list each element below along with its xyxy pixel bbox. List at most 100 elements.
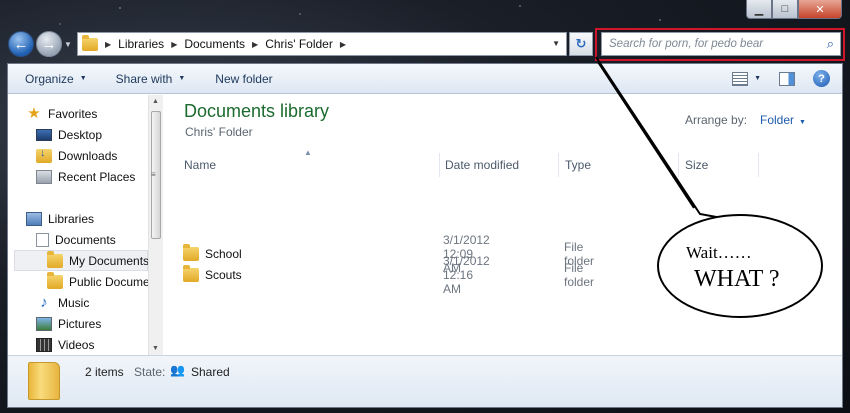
nav-label: Videos <box>58 337 95 352</box>
nav-item-videos[interactable]: Videos <box>36 334 94 355</box>
nav-label: Libraries <box>48 211 95 226</box>
organize-button[interactable]: Organize ▼ <box>25 72 87 86</box>
bubble-text-line2: WHAT ? <box>694 266 780 292</box>
nav-item-documents[interactable]: Documents <box>36 229 116 250</box>
nav-item-music[interactable]: ♪ Music <box>36 292 89 313</box>
breadcrumb-documents[interactable]: Documents <box>184 37 245 51</box>
item-count: 2 items <box>85 365 124 379</box>
forward-button[interactable]: → <box>36 31 62 57</box>
column-header-size[interactable]: Size <box>679 153 759 177</box>
nav-item-recent-places[interactable]: Recent Places <box>36 166 135 187</box>
arrange-by-value: Folder <box>760 113 795 127</box>
breadcrumb-chris-folder[interactable]: Chris' Folder <box>265 37 333 51</box>
command-bar: Organize ▼ Share with ▼ New folder ▼ ? <box>8 64 842 94</box>
back-button[interactable]: ← <box>8 31 34 57</box>
large-folder-icon <box>28 362 60 400</box>
nav-item-pictures[interactable]: Pictures <box>36 313 101 334</box>
file-name: Scouts <box>205 267 242 282</box>
chevron-down-icon: ▼ <box>178 75 186 82</box>
nav-item-downloads[interactable]: Downloads <box>36 145 117 166</box>
navigation-scrollbar[interactable]: ▲ ≡ ▼ <box>148 95 163 355</box>
column-header-name[interactable]: Name <box>178 153 440 177</box>
nav-label: Favorites <box>48 106 98 121</box>
downloads-icon <box>36 147 52 163</box>
share-with-button[interactable]: Share with ▼ <box>116 72 186 86</box>
breadcrumb-separator-icon[interactable]: ▶ <box>171 40 177 49</box>
folder-icon <box>183 264 199 282</box>
nav-label: Desktop <box>58 127 103 142</box>
minimize-button[interactable]: ▁ <box>746 0 772 19</box>
explorer-window: Organize ▼ Share with ▼ New folder ▼ ? ★ Fa… <box>7 63 843 408</box>
chevron-down-icon: ▼ <box>799 119 806 126</box>
refresh-button[interactable]: ↻ <box>569 32 593 56</box>
state-value: Shared <box>191 365 230 379</box>
new-folder-button[interactable]: New folder <box>215 72 272 86</box>
folder-icon <box>47 250 63 268</box>
search-icon[interactable]: ⌕ <box>827 36 834 52</box>
pictures-icon <box>36 316 52 331</box>
breadcrumb-separator-icon[interactable]: ▶ <box>252 40 258 49</box>
scroll-grip-icon: ≡ <box>151 170 156 179</box>
library-title: Documents library <box>184 101 330 121</box>
window-caption-buttons: ▁ □ ✕ <box>746 0 842 19</box>
documents-icon <box>36 232 49 247</box>
help-icon[interactable]: ? <box>813 70 830 87</box>
column-label: Type <box>565 158 592 172</box>
file-name: School <box>205 246 242 261</box>
nav-label: Documents <box>55 232 116 247</box>
arrange-by-dropdown[interactable]: Folder ▼ <box>760 113 806 127</box>
column-label: Name <box>184 158 217 172</box>
forward-arrow-icon: → <box>41 35 57 53</box>
scroll-down-icon[interactable]: ▼ <box>152 345 159 352</box>
file-list-pane: Documents library Chris' Folder Arrange … <box>165 95 842 355</box>
maximize-button[interactable]: □ <box>772 0 798 19</box>
folder-icon <box>47 271 63 289</box>
view-options-dropdown[interactable]: ▼ <box>754 75 761 82</box>
column-label: Size <box>685 158 709 172</box>
search-input[interactable]: Search for porn, for pedo bear ⌕ <box>601 32 841 56</box>
nav-item-public-documents[interactable]: Public Docume <box>47 271 150 292</box>
nav-item-my-documents[interactable]: My Documents <box>14 250 150 271</box>
breadcrumb-libraries[interactable]: Libraries <box>118 37 164 51</box>
column-label: Date modified <box>445 158 520 172</box>
nav-label: My Documents <box>69 253 150 268</box>
chevron-down-icon: ▼ <box>79 75 87 82</box>
search-placeholder: Search for porn, for pedo bear <box>609 38 764 50</box>
close-button[interactable]: ✕ <box>798 0 842 19</box>
nav-item-libraries[interactable]: Libraries <box>26 208 94 229</box>
nav-label: Pictures <box>58 316 102 331</box>
nav-item-favorites[interactable]: ★ Favorites <box>26 103 97 124</box>
navigation-pane: ★ Favorites Desktop Downloads Recent Plac… <box>8 95 163 355</box>
address-bar[interactable]: ▶ Libraries ▶ Documents ▶ Chris' Folder … <box>77 32 567 56</box>
file-date: 3/1/2012 12:16 AM <box>443 253 490 296</box>
libraries-icon <box>26 211 42 226</box>
star-icon: ★ <box>27 104 41 122</box>
bubble-text-line1: Wait…… <box>686 243 752 262</box>
arrange-by-label: Arrange by: <box>685 113 748 127</box>
address-dropdown-icon[interactable]: ▼ <box>552 39 560 48</box>
shared-users-icon: 👥 <box>170 363 185 377</box>
column-header-date[interactable]: Date modified <box>439 153 559 177</box>
folder-icon <box>82 34 98 51</box>
scroll-up-icon[interactable]: ▲ <box>152 98 159 105</box>
recent-pages-dropdown[interactable]: ▼ <box>64 40 72 49</box>
breadcrumb-separator-icon[interactable]: ▶ <box>340 40 346 49</box>
change-view-icon[interactable] <box>732 71 749 86</box>
refresh-icon: ↻ <box>575 36 587 51</box>
videos-icon <box>36 337 52 352</box>
nav-label: Downloads <box>58 148 118 163</box>
column-header-type[interactable]: Type <box>559 153 679 177</box>
folder-icon <box>183 243 199 261</box>
breadcrumb-separator-icon[interactable]: ▶ <box>105 40 111 49</box>
preview-pane-icon[interactable] <box>779 71 795 86</box>
music-icon: ♪ <box>40 293 48 311</box>
recent-places-icon <box>36 169 52 184</box>
desktop-icon <box>36 128 52 141</box>
organize-label: Organize <box>25 71 74 86</box>
state-label: State: <box>134 365 166 379</box>
nav-label: Recent Places <box>58 169 136 184</box>
nav-item-desktop[interactable]: Desktop <box>36 124 102 145</box>
file-type: File folder <box>564 260 595 289</box>
back-arrow-icon: ← <box>13 35 29 53</box>
details-pane: 2 items State: 👥 Shared <box>8 355 842 407</box>
